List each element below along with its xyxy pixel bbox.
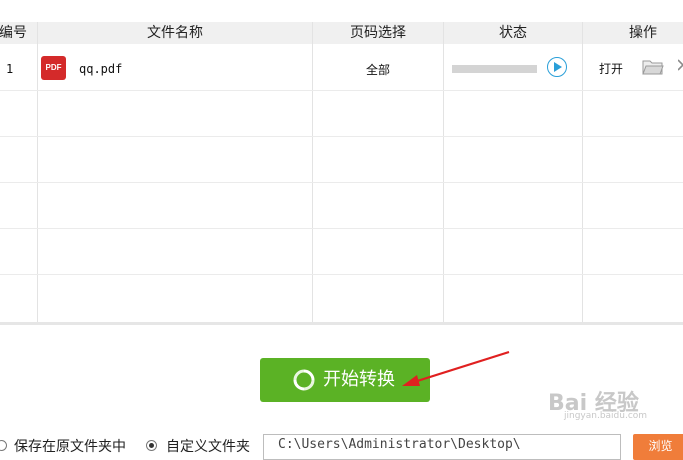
header-filename: 文件名称 [147,25,203,41]
row-divider [0,182,683,183]
browse-button[interactable]: 浏览 [633,434,683,460]
row-divider [0,274,683,275]
delete-icon[interactable] [678,58,683,72]
file-table: 编号 文件名称 页码选择 状态 操作 1 PDF qq.pdf 全部 打开 [0,0,683,322]
row-divider [0,228,683,229]
refresh-icon [293,369,315,391]
column-divider [443,22,444,322]
pdf-icon: PDF [41,56,66,80]
play-icon[interactable] [547,57,567,77]
radio-custom-folder[interactable] [146,440,157,451]
radio-original-folder[interactable] [0,440,7,451]
row-divider [0,136,683,137]
open-button[interactable]: 打开 [599,60,623,77]
row-page-selection[interactable]: 全部 [313,61,443,78]
watermark: Bai 经验 jingyan.baidu.com [548,383,683,421]
header-status: 状态 [499,25,527,41]
progress-bar [452,65,537,73]
column-divider [582,22,583,322]
table-bottom-divider [0,322,683,325]
header-index: 编号 [0,25,27,41]
radio-custom-folder-label: 自定义文件夹 [166,439,250,455]
row-filename: qq.pdf [79,62,123,76]
row-index: 1 [6,62,14,76]
folder-icon[interactable] [642,58,664,75]
output-path-field[interactable]: C:\Users\Administrator\Desktop\ [263,434,621,460]
radio-original-folder-label: 保存在原文件夹中 [14,439,126,455]
watermark-sub: jingyan.baidu.com [564,411,648,421]
column-divider [37,22,38,322]
header-actions: 操作 [629,25,657,41]
start-convert-label: 开始转换 [323,369,395,390]
row-divider [0,90,683,91]
start-convert-button[interactable]: 开始转换 [260,358,430,402]
header-page-selection: 页码选择 [350,25,406,41]
